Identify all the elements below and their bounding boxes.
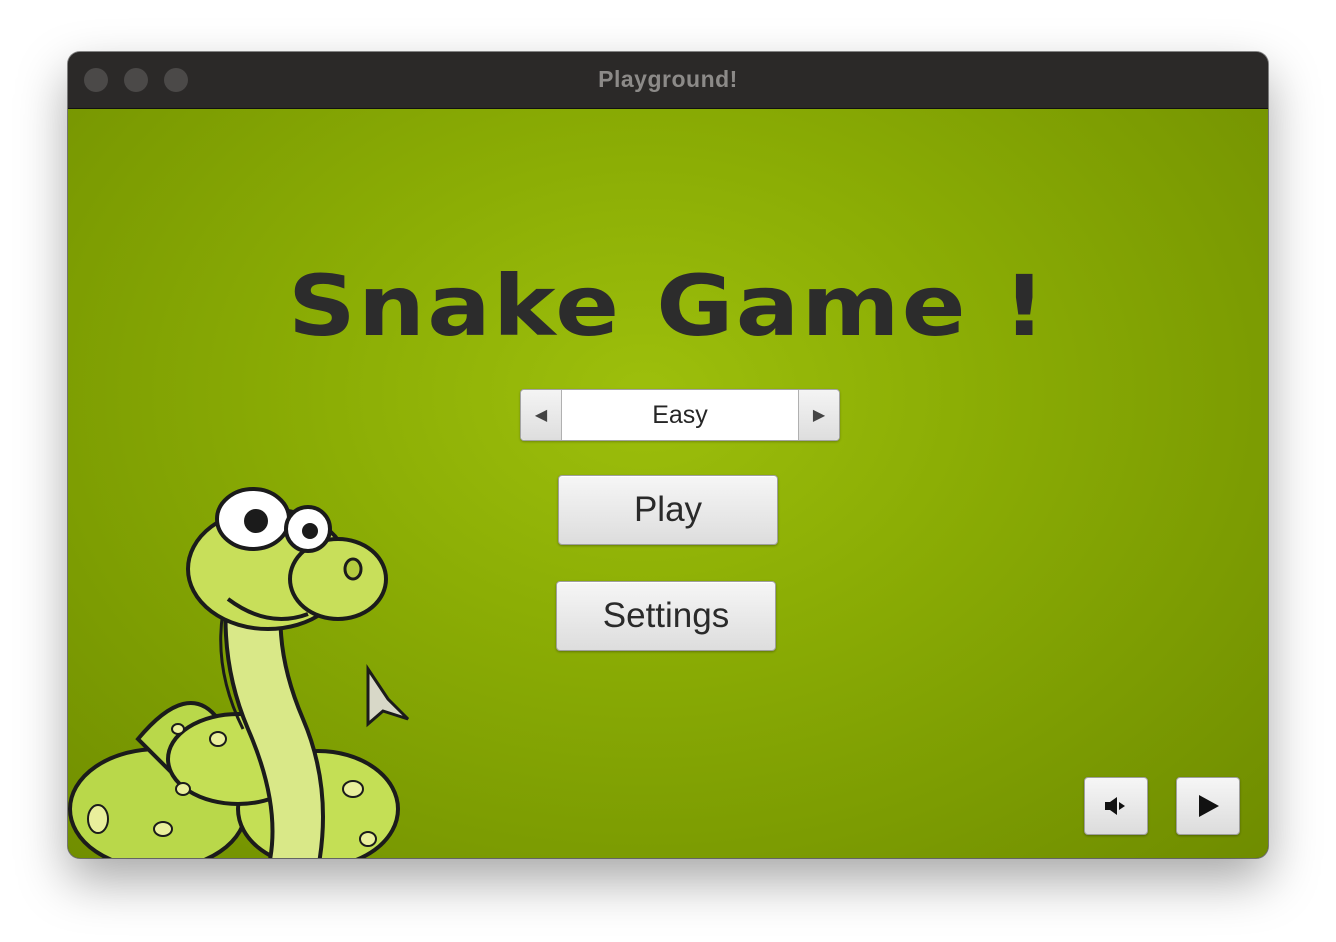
difficulty-decrease-button[interactable]: ◀ (521, 390, 562, 440)
title-bar: Playground! (68, 52, 1268, 109)
triangle-right-icon: ▶ (812, 407, 826, 424)
window-title: Playground! (598, 66, 738, 92)
play-triangle-icon (1199, 795, 1219, 817)
app-window: Playground! Snake Game ! ◀ Easy ▶ Play S… (68, 52, 1268, 858)
play-button[interactable]: Play (558, 475, 778, 545)
sound-toggle-button[interactable] (1084, 777, 1148, 835)
game-title: Snake Game ! (288, 257, 1048, 355)
difficulty-increase-button[interactable]: ▶ (798, 390, 839, 440)
settings-button[interactable]: Settings (556, 581, 776, 651)
triangle-left-icon: ◀ (534, 407, 548, 424)
speaker-icon (1105, 797, 1125, 815)
music-play-button[interactable] (1176, 777, 1240, 835)
snake-mascot-illustration (68, 487, 410, 858)
difficulty-spinner[interactable]: ◀ Easy ▶ (520, 389, 840, 441)
difficulty-value: Easy (652, 401, 708, 429)
game-menu-screen: Snake Game ! ◀ Easy ▶ Play Settings (68, 109, 1268, 858)
